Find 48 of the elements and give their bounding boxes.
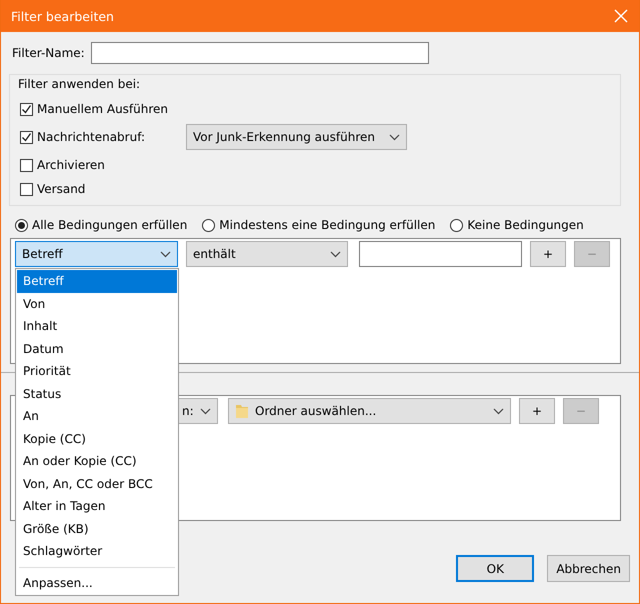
menu-item[interactable]: Schlagwörter [17, 540, 177, 562]
menu-item[interactable]: Datum [17, 338, 177, 360]
checkbox[interactable] [20, 182, 33, 196]
caret-icon [200, 408, 211, 414]
radio-label[interactable]: Keine Bedingungen [467, 218, 584, 232]
window-title: Filter bearbeiten [11, 8, 114, 24]
caret-icon [160, 250, 171, 258]
menu-item[interactable]: Priorität [17, 360, 177, 382]
menu-item[interactable]: Von, An, CC oder BCC [17, 472, 177, 495]
dropdown[interactable]: Betreff [15, 241, 178, 267]
menu-item[interactable]: Status [17, 382, 177, 405]
dialog-button[interactable]: Abbrechen [547, 555, 630, 582]
dialog-button[interactable]: OK [456, 555, 534, 582]
button[interactable]: + [530, 241, 566, 267]
dropdown[interactable]: Ordner auswählen... [228, 398, 511, 424]
menu-item[interactable]: Anpassen... [17, 572, 177, 594]
group-label: Filter anwenden bei: [18, 77, 142, 91]
dropdown[interactable]: Vor Junk-Erkennung ausführen [186, 124, 407, 150]
menu-item[interactable]: Von [17, 292, 177, 315]
menu-item[interactable]: Betreff [17, 270, 177, 292]
checkbox-label[interactable]: Versand [37, 182, 86, 196]
radio-button[interactable] [202, 218, 216, 232]
checkbox[interactable] [20, 130, 33, 144]
radio-button[interactable] [450, 218, 464, 232]
checkbox[interactable] [20, 158, 33, 172]
field-label: Filter-Name: [12, 46, 85, 60]
checkbox[interactable] [20, 102, 33, 116]
button[interactable]: + [519, 398, 555, 424]
dropdown[interactable]: enthält [186, 241, 348, 267]
menu-item[interactable]: Kopie (CC) [17, 428, 177, 450]
radio-label[interactable]: Alle Bedingungen erfüllen [32, 218, 188, 232]
menu-item[interactable]: Größe (KB) [17, 518, 177, 540]
menu-item[interactable]: Alter in Tagen [17, 495, 177, 518]
close-icon[interactable] [613, 8, 629, 24]
menu-item[interactable]: An oder Kopie (CC) [17, 450, 177, 472]
caret-icon [389, 134, 400, 140]
folder-icon [235, 403, 249, 419]
radio-button[interactable] [15, 218, 28, 232]
menu-item[interactable]: An [17, 405, 177, 428]
filter-name-field[interactable] [90, 42, 429, 64]
caret-icon [330, 250, 341, 258]
checkbox-label[interactable]: Manuellem Ausführen [37, 102, 168, 116]
checkbox-label[interactable]: Nachrichtenabruf: [37, 130, 182, 144]
caret-icon [493, 408, 504, 414]
text-field[interactable] [359, 241, 522, 267]
menu-item[interactable]: Inhalt [17, 315, 177, 338]
checkbox-label[interactable]: Archivieren [37, 158, 105, 172]
radio-label[interactable]: Mindestens eine Bedingung erfüllen [219, 218, 436, 232]
